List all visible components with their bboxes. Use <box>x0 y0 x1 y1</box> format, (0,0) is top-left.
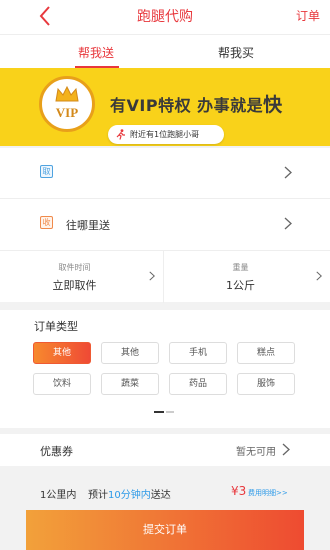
vip-badge: VIP <box>39 76 95 132</box>
page-indicator-active <box>154 411 164 413</box>
order-type-option[interactable]: 糕点 <box>237 342 295 364</box>
chevron-right-icon <box>316 271 322 281</box>
order-type-option[interactable]: 服饰 <box>237 373 295 395</box>
order-type-option[interactable]: 药品 <box>169 373 227 395</box>
coupon-row[interactable]: 优惠券 暂无可用 <box>0 434 330 466</box>
pickup-time-selector[interactable]: 取件时间 立即取件 <box>0 251 164 303</box>
order-type-option[interactable]: 饮料 <box>33 373 91 395</box>
pickup-tag: 取 <box>40 165 53 178</box>
orders-link[interactable]: 订单 <box>296 7 320 24</box>
tab-help-buy[interactable]: 帮我买 <box>218 44 254 61</box>
runner-icon <box>116 129 125 140</box>
price-text: ¥3 <box>231 484 247 498</box>
chevron-right-icon <box>284 166 292 179</box>
delivery-address-row[interactable]: 收 往哪里送 <box>0 199 330 250</box>
weight-label: 重量 <box>232 263 249 272</box>
order-type-card: 订单类型 其他 其他 手机 糕点 饮料 蔬菜 药品 服饰 <box>0 310 330 428</box>
nearby-runners-text: 附近有1位跑腿小哥 <box>130 130 200 139</box>
top-bar: 跑腿代购 订单 <box>0 0 330 34</box>
page-indicator-inactive <box>166 411 174 413</box>
page-title: 跑腿代购 <box>137 9 193 25</box>
distance-text: 1公里内 <box>40 490 77 501</box>
delivery-summary: 1公里内 预计10分钟内送达 ¥3 费用明细>> <box>0 478 330 510</box>
coupon-value: 暂无可用 <box>236 447 276 458</box>
order-type-option[interactable]: 手机 <box>169 342 227 364</box>
crown-icon <box>55 85 79 102</box>
chevron-right-icon <box>282 443 290 456</box>
order-type-option[interactable]: 蔬菜 <box>101 373 159 395</box>
vip-slogan: 有VIP特权 办事就是快 <box>110 94 283 116</box>
pickup-address-row[interactable]: 取 <box>0 148 330 199</box>
order-type-option[interactable]: 其他 <box>33 342 91 364</box>
chevron-right-icon <box>149 271 155 281</box>
estimate-text: 预计10分钟内送达 <box>88 490 171 501</box>
weight-value: 1公斤 <box>226 279 255 292</box>
chevron-right-icon <box>284 217 292 230</box>
delivery-tag: 收 <box>40 216 53 229</box>
vip-badge-text: VIP <box>55 105 79 120</box>
submit-order-button[interactable]: 提交订单 <box>26 510 304 550</box>
order-type-option[interactable]: 其他 <box>101 342 159 364</box>
tab-help-send[interactable]: 帮我送 <box>78 44 114 61</box>
pickup-time-value: 立即取件 <box>52 279 97 292</box>
tab-bar: 帮我送 帮我买 <box>0 34 330 68</box>
address-card: 取 收 往哪里送 <box>0 148 330 250</box>
delivery-address-placeholder: 往哪里送 <box>66 219 110 232</box>
order-type-title: 订单类型 <box>34 320 78 333</box>
nearby-runners-pill: 附近有1位跑腿小哥 <box>108 125 224 144</box>
fee-detail-link[interactable]: 费用明细>> <box>248 488 288 498</box>
pickup-time-label: 取件时间 <box>58 263 91 272</box>
pickup-info-card: 取件时间 立即取件 重量 1公斤 <box>0 250 330 303</box>
coupon-label: 优惠券 <box>40 445 73 458</box>
page-indicator <box>154 411 176 413</box>
weight-selector[interactable]: 重量 1公斤 <box>165 251 330 303</box>
